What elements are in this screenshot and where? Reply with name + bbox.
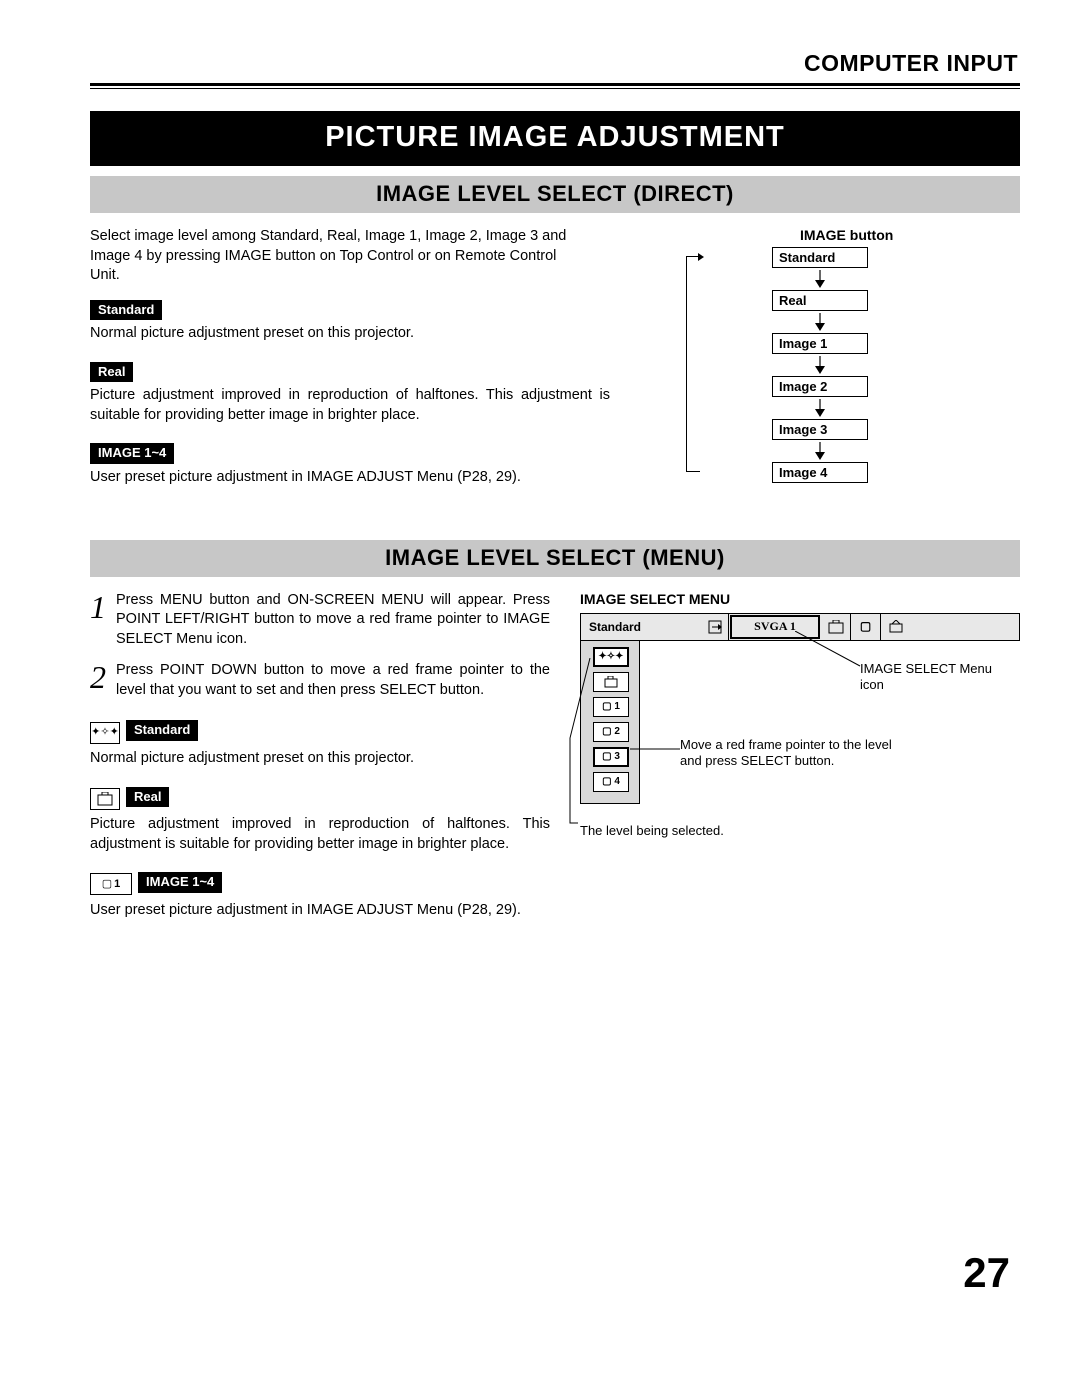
step-2-num: 2 <box>90 661 106 693</box>
flow-image4: Image 4 <box>772 462 868 483</box>
step-1-text: Press MENU button and ON-SCREEN MENU wil… <box>116 591 550 650</box>
menu-desc-standard: Normal picture adjustment preset on this… <box>90 749 550 769</box>
desc-standard: Normal picture adjustment preset on this… <box>90 324 610 344</box>
flow-standard: Standard <box>772 247 868 268</box>
desc-image14: User preset picture adjustment in IMAGE … <box>90 468 610 488</box>
standard-icon: ✦✧✦ <box>90 722 120 744</box>
header-rule <box>90 83 1020 89</box>
flow-image2: Image 2 <box>772 376 868 397</box>
image-button-flow: Standard Real Image 1 Image 2 Image 3 Im… <box>702 247 1020 483</box>
tag-real: Real <box>90 362 133 383</box>
flow-real: Real <box>772 290 868 311</box>
osd-item-4: ▢ 4 <box>593 772 629 792</box>
direct-heading: IMAGE LEVEL SELECT (DIRECT) <box>90 176 1020 213</box>
callout-icon: IMAGE SELECT Menu icon <box>860 661 1010 694</box>
image-button-title: IMAGE button <box>800 227 1020 243</box>
real-icon <box>90 788 120 810</box>
menu-tag-standard: Standard <box>126 720 198 741</box>
osd-title: IMAGE SELECT MENU <box>580 591 1020 607</box>
direct-intro: Select image level among Standard, Real,… <box>90 227 590 286</box>
flow-image1: Image 1 <box>772 333 868 354</box>
osd-item-1: ▢ 1 <box>593 697 629 717</box>
osd-item-3: ▢ 3 <box>593 747 629 767</box>
osd-label: Standard <box>581 614 701 640</box>
menu-desc-real: Picture adjustment improved in reproduct… <box>90 815 550 854</box>
section-header: COMPUTER INPUT <box>90 50 1020 83</box>
osd-item-standard: ✦✧✦ <box>593 647 629 667</box>
tag-standard: Standard <box>90 300 162 321</box>
desc-real: Picture adjustment improved in reproduct… <box>90 386 610 425</box>
osd-diagram: Standard SVGA 1 ▢ ✦✧✦ <box>580 613 1020 804</box>
callout-move: Move a red frame pointer to the level an… <box>680 737 910 770</box>
image14-icon: ▢ 1 <box>90 873 132 895</box>
menu-desc-image14: User preset picture adjustment in IMAGE … <box>90 901 550 921</box>
page-number: 27 <box>963 1249 1010 1297</box>
tag-image14: IMAGE 1~4 <box>90 443 174 464</box>
osd-item-real <box>593 672 629 692</box>
menu-tag-real: Real <box>126 787 169 808</box>
osd-item-2: ▢ 2 <box>593 722 629 742</box>
step-1-num: 1 <box>90 591 106 623</box>
flow-image3: Image 3 <box>772 419 868 440</box>
callout-selected: The level being selected. <box>580 823 800 839</box>
menu-heading: IMAGE LEVEL SELECT (MENU) <box>90 540 1020 577</box>
step-2-text: Press POINT DOWN button to move a red fr… <box>116 661 550 700</box>
page-title: PICTURE IMAGE ADJUSTMENT <box>90 111 1020 166</box>
menu-tag-image14: IMAGE 1~4 <box>138 872 222 893</box>
